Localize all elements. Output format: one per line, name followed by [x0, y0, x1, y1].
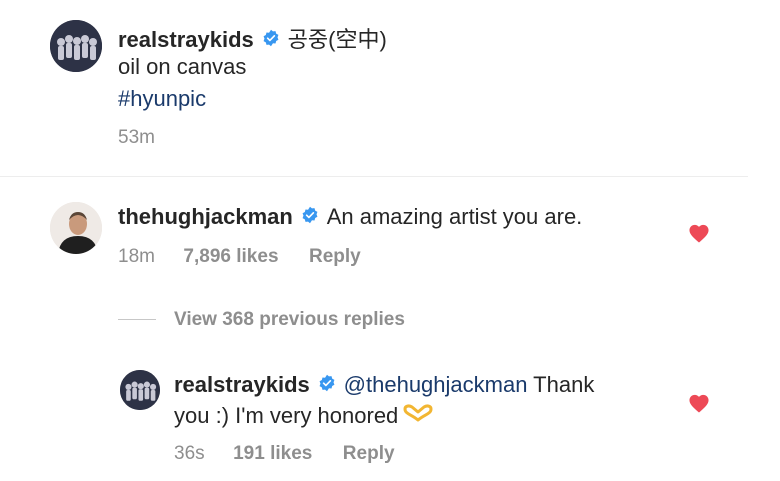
person-photo-icon	[50, 202, 102, 254]
comment-username[interactable]: thehughjackman	[118, 204, 293, 229]
verified-badge-icon	[301, 206, 319, 229]
reply-username[interactable]: realstraykids	[174, 372, 310, 397]
view-previous-replies[interactable]: View 368 previous replies	[174, 309, 405, 331]
reply-likes[interactable]: 191 likes	[233, 443, 312, 464]
comment-time: 18m	[118, 246, 155, 267]
post-avatar[interactable]	[50, 20, 102, 72]
post-caption: oil on canvas	[118, 54, 247, 79]
reply-meta: 36s 191 likes Reply	[174, 443, 395, 465]
comment-avatar[interactable]	[50, 202, 102, 254]
heart-icon[interactable]	[688, 223, 710, 248]
comment-meta: 18m 7,896 likes Reply	[118, 246, 361, 268]
heart-hands-emoji	[403, 404, 433, 427]
reply-reply-button[interactable]: Reply	[343, 443, 395, 464]
post-header-line: realstraykids 공중(空中)	[118, 22, 387, 54]
post-hashtag[interactable]: #hyunpic	[118, 86, 206, 112]
comment-line: thehughjackman An amazing artist you are…	[118, 204, 582, 231]
reply-time: 36s	[174, 443, 205, 464]
divider	[0, 176, 748, 177]
verified-badge-icon	[262, 29, 280, 52]
verified-badge-icon	[318, 374, 336, 397]
post-username[interactable]: realstraykids	[118, 27, 254, 52]
group-photo-icon	[50, 20, 102, 72]
reply-mention[interactable]: @thehughjackman	[344, 372, 528, 397]
comment-likes[interactable]: 7,896 likes	[183, 246, 278, 267]
reply-text-1: Thank	[527, 372, 595, 397]
heart-icon[interactable]	[688, 393, 710, 418]
post-time: 53m	[118, 127, 155, 148]
comment-reply-button[interactable]: Reply	[309, 246, 361, 267]
post-title: 공중(空中)	[287, 27, 387, 52]
reply-text-2: you :) I'm very honored	[174, 403, 399, 428]
group-photo-icon	[120, 370, 160, 410]
comment-text: An amazing artist you are.	[326, 204, 583, 229]
reply-avatar[interactable]	[120, 370, 160, 410]
replies-line	[118, 319, 156, 320]
reply-line-1: realstraykids @thehughjackman Thank	[174, 372, 594, 399]
reply-line-2: you :) I'm very honored	[174, 403, 433, 430]
